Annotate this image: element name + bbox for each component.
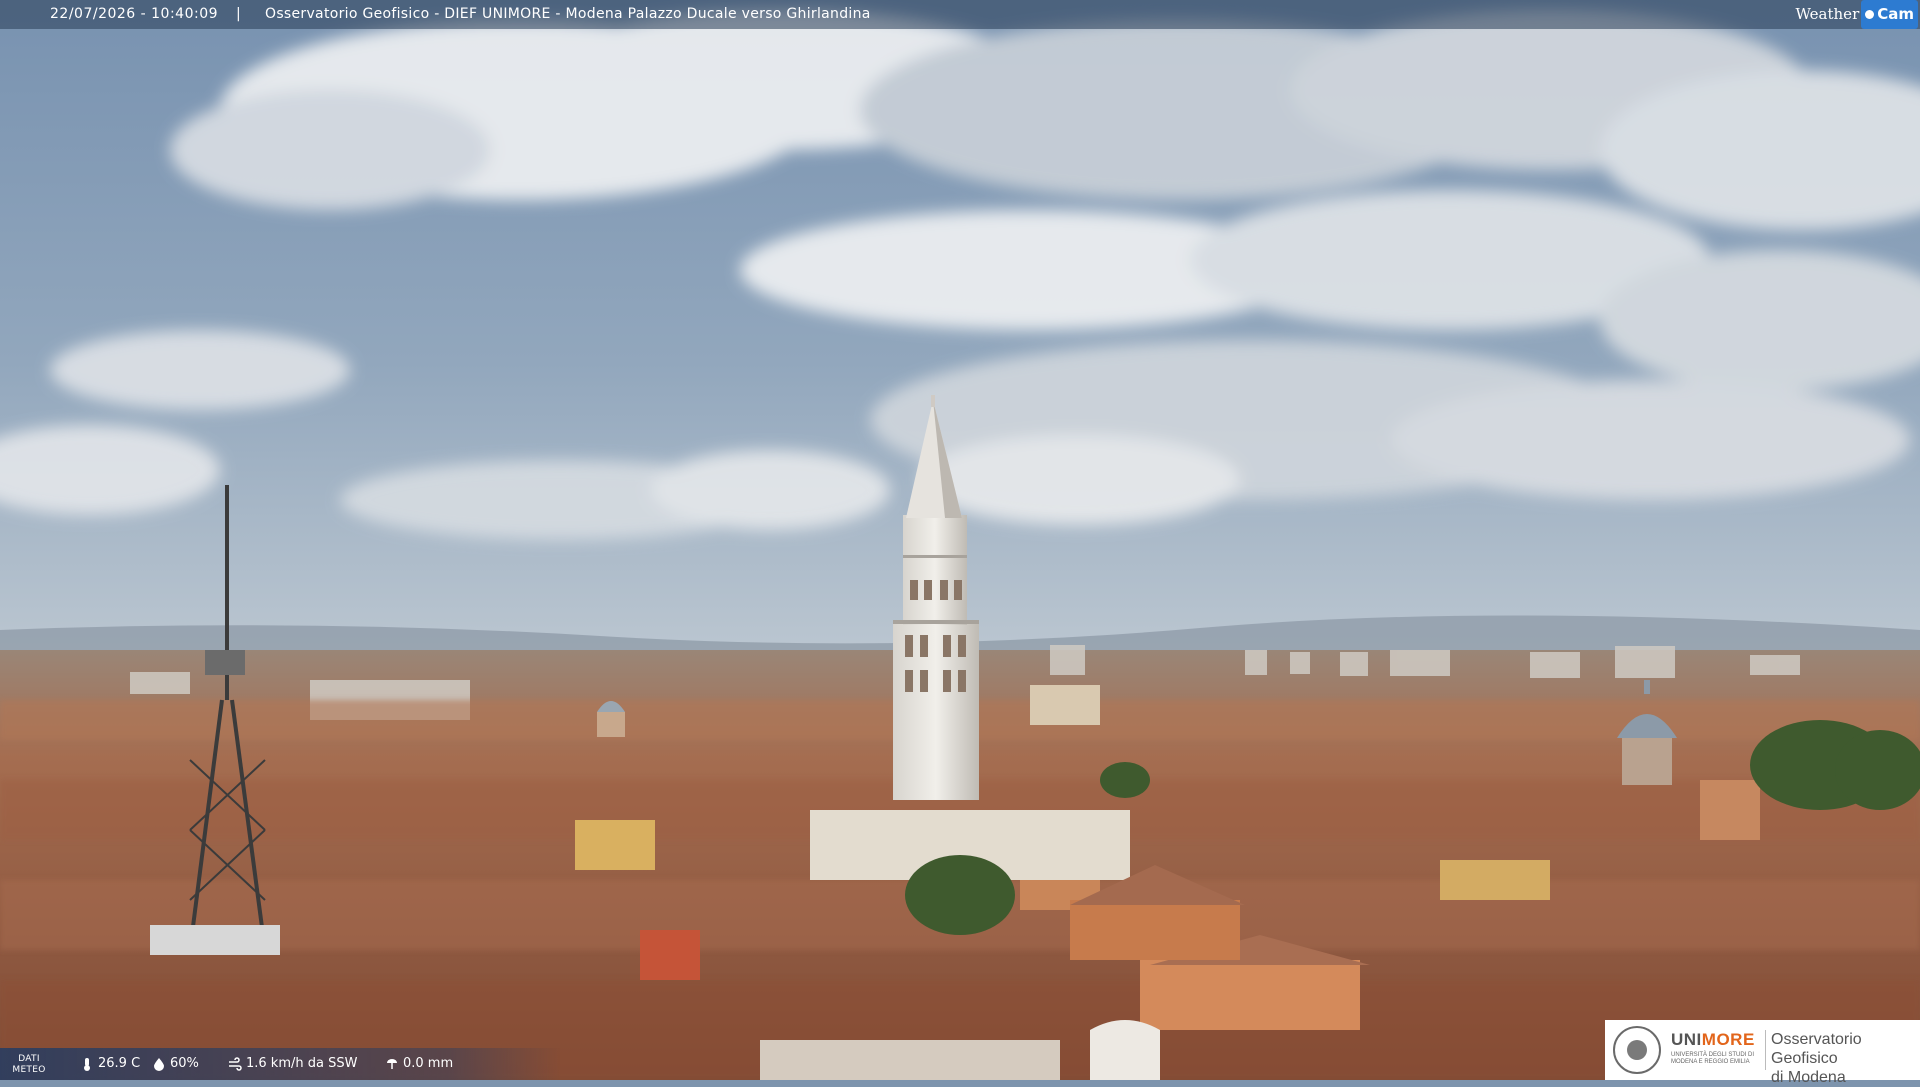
thermometer-icon — [84, 1057, 90, 1071]
humidity-icon — [154, 1057, 164, 1071]
timestamp: 22/07/2026 - 10:40:09 — [50, 6, 219, 22]
temperature-reading: 26.9 C — [80, 1056, 140, 1071]
humidity-reading: 60% — [152, 1056, 199, 1071]
unimore-subtitle: UNIVERSITÀ DEGLI STUDI DI MODENA E REGGI… — [1671, 1052, 1755, 1065]
weathercam-cam-text: Cam — [1877, 5, 1914, 23]
rain-reading: 0.0 mm — [385, 1056, 453, 1071]
meteo-data-bar: DATI METEO 26.9 C 60% 1.6 km/h da SSW 0.… — [0, 1048, 560, 1080]
info-bar: 22/07/2026 - 10:40:09 | Osservatorio Geo… — [0, 0, 1920, 29]
weathercam-weather-text: Weather — [1795, 5, 1860, 23]
unimore-wordmark: UNIMORE — [1671, 1030, 1755, 1049]
wind-icon — [229, 1056, 242, 1071]
weathercam-logo: Weather Cam — [1795, 0, 1918, 29]
wind-reading: 1.6 km/h da SSW — [228, 1056, 357, 1071]
separator: | — [236, 6, 241, 22]
university-seal-icon — [1613, 1026, 1661, 1074]
camera-location: Osservatorio Geofisico - DIEF UNIMORE - … — [265, 6, 871, 22]
rain-icon — [387, 1058, 397, 1069]
cam-lens-icon — [1865, 10, 1875, 19]
logo-divider — [1765, 1030, 1766, 1070]
observatory-name: Osservatorio Geofisico di Modena — [1771, 1031, 1862, 1086]
webcam-photo — [0, 0, 1920, 1080]
meteo-label: DATI METEO — [12, 1054, 46, 1075]
unimore-observatory-logo: UNIMORE UNIVERSITÀ DEGLI STUDI DI MODENA… — [1605, 1020, 1920, 1086]
weathercam-cam-badge: Cam — [1861, 0, 1918, 29]
